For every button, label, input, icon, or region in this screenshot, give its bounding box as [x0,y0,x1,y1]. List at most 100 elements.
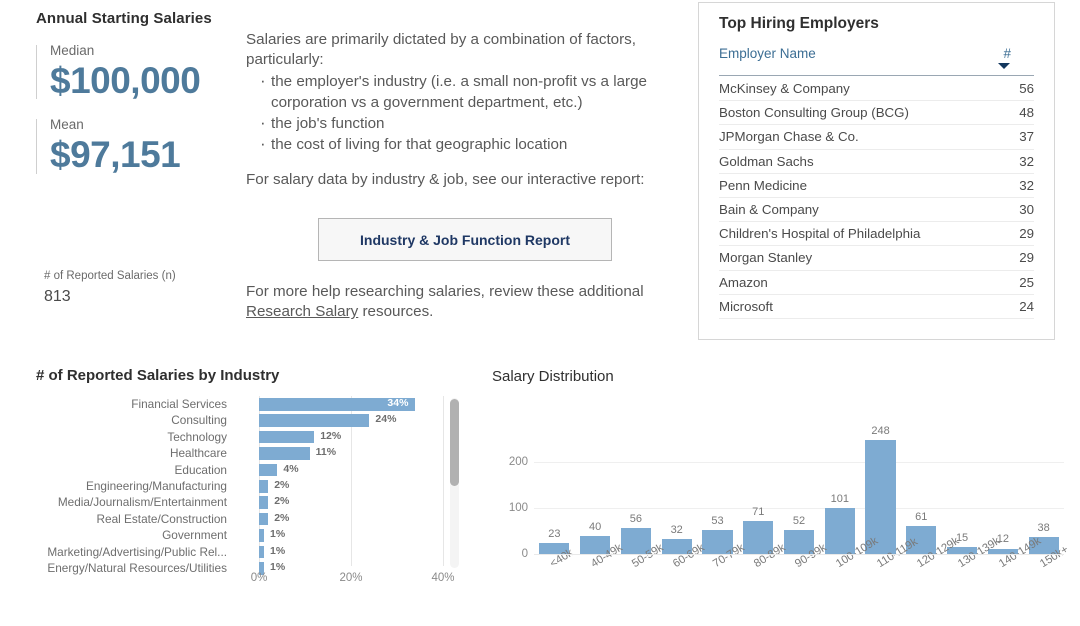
salary-bin-value: 71 [752,506,764,518]
salary-bin-value: 23 [548,528,560,540]
table-row[interactable]: Goldman Sachs32 [719,150,1034,174]
annual-starting-salaries-panel: Annual Starting Salaries Median $100,000… [36,10,236,176]
industry-x-axis: 0%20%40% [36,572,461,588]
industry-bar[interactable] [259,431,314,444]
report-button-label: Industry & Job Function Report [360,232,570,248]
table-row[interactable]: Amazon25 [719,271,1034,295]
employer-count-cell: 29 [1004,226,1034,241]
salary-bin-value: 101 [831,493,849,505]
industry-scrollbar-thumb[interactable] [450,399,459,486]
employer-name-cell: Bain & Company [719,202,1004,217]
industry-bar[interactable] [259,464,277,477]
research-salary-link[interactable]: Research Salary [246,303,358,320]
mean-value: $97,151 [50,134,236,175]
industry-bar[interactable] [259,447,310,460]
salary-bin-bar[interactable] [825,508,855,554]
industry-plot-area: Financial Services 34% Consulting24%Techno… [36,396,461,566]
reported-salaries-label: # of Reported Salaries (n) [44,270,176,282]
help-prefix: For more help researching salaries, revi… [246,283,644,300]
employer-name-cell: McKinsey & Company [719,81,1004,96]
industry-chart: Financial Services 34% Consulting24%Techno… [36,396,461,596]
table-row[interactable]: Morgan Stanley29 [719,246,1034,270]
industry-category-label: Education [175,463,227,477]
research-salary-text: For more help researching salaries, revi… [246,282,661,322]
factors-intro: Salaries are primarily dictated by a com… [246,30,661,70]
employer-count-cell: 24 [1004,299,1034,314]
x-axis-tick-label: 0% [251,572,268,584]
employer-name-cell: Boston Consulting Group (BCG) [719,105,1004,120]
industry-bar-row[interactable]: Marketing/Advertising/Public Rel... 1% [36,544,461,561]
employer-name-cell: Morgan Stanley [719,250,1004,265]
industry-bar[interactable] [259,496,268,509]
industry-category-label: Healthcare [170,446,227,460]
industry-bar-value: 11% [316,446,336,458]
employer-name-cell: Children's Hospital of Philadelphia [719,226,1004,241]
industry-bar-value: 2% [274,495,289,507]
table-row[interactable]: Penn Medicine32 [719,174,1034,198]
salary-distribution-title: Salary Distribution [492,368,614,385]
gridline [534,508,1064,509]
reported-salaries-value: 813 [44,288,176,306]
industry-category-label: Engineering/Manufacturing [86,479,227,493]
table-row[interactable]: McKinsey & Company56 [719,77,1034,101]
salary-bin-value: 56 [630,513,642,525]
salary-bin-value: 53 [711,515,723,527]
column-header-count[interactable]: # [1003,46,1011,61]
help-suffix: resources. [358,303,433,320]
industry-bar[interactable] [259,480,268,493]
employer-count-cell: 56 [1004,81,1034,96]
salary-distribution-plot-area: 2340563253715210124861151238 [534,430,1064,554]
industry-category-label: Marketing/Advertising/Public Rel... [47,545,227,559]
employer-name-cell: Microsoft [719,299,1004,314]
salary-bin-value: 38 [1037,522,1049,534]
industry-category-label: Financial Services [131,397,227,411]
industry-bar-row[interactable]: Financial Services 34% [36,396,461,413]
industry-bar-value: 2% [274,512,289,524]
employers-table-header: Employer Name # [719,46,1034,74]
industry-job-function-report-button[interactable]: Industry & Job Function Report [318,218,612,261]
salary-factors-text: Salaries are primarily dictated by a com… [246,30,661,191]
industry-bar[interactable] [259,546,264,559]
industry-bar-row[interactable]: Government1% [36,527,461,544]
median-value: $100,000 [50,60,236,101]
industry-category-label: Technology [167,430,227,444]
header-divider [719,75,1034,76]
table-row[interactable]: JPMorgan Chase & Co.37 [719,125,1034,149]
industry-bar-row[interactable]: Consulting24% [36,412,461,429]
employer-name-cell: JPMorgan Chase & Co. [719,129,1004,144]
reported-salaries-count: # of Reported Salaries (n) 813 [44,270,176,306]
table-row[interactable]: Children's Hospital of Philadelphia29 [719,222,1034,246]
industry-category-label: Real Estate/Construction [97,512,228,526]
industry-bar[interactable] [259,513,268,526]
industry-bar-row[interactable]: Technology12% [36,429,461,446]
salary-bin-value: 61 [915,511,927,523]
salary-dashboard: Annual Starting Salaries Median $100,000… [0,0,1080,626]
industry-bar-row[interactable]: Engineering/Manufacturing 2% [36,478,461,495]
salary-bin-value: 248 [871,425,889,437]
employer-count-cell: 37 [1004,129,1034,144]
column-header-employer-name[interactable]: Employer Name [719,46,816,61]
industry-bar-value: 34% [387,397,408,409]
industry-bar-row[interactable]: Media/Journalism/Entertainment 2% [36,494,461,511]
mean-label: Mean [50,117,236,132]
industry-bar-row[interactable]: Education4% [36,462,461,479]
employer-name-cell: Goldman Sachs [719,154,1004,169]
table-row[interactable]: Bain & Company30 [719,198,1034,222]
table-row[interactable]: Boston Consulting Group (BCG)48 [719,101,1034,125]
table-row[interactable]: Microsoft24 [719,295,1034,319]
salary-bin-value: 52 [793,515,805,527]
employer-count-cell: 32 [1004,178,1034,193]
employer-count-cell: 25 [1004,275,1034,290]
industry-bar-value: 1% [270,545,285,557]
employer-count-cell: 32 [1004,154,1034,169]
industry-bar[interactable] [259,529,264,542]
industry-bar-row[interactable]: Real Estate/Construction 2% [36,511,461,528]
y-axis-tick-label: 200 [492,456,528,468]
sort-descending-icon[interactable] [998,63,1010,69]
industry-category-label: Media/Journalism/Entertainment [58,495,227,509]
industry-bar-value: 2% [274,479,289,491]
mean-kpi: Mean $97,151 [36,117,236,175]
industry-bar[interactable] [259,414,369,427]
industry-category-label: Consulting [171,413,227,427]
industry-bar-row[interactable]: Healthcare 11% [36,445,461,462]
